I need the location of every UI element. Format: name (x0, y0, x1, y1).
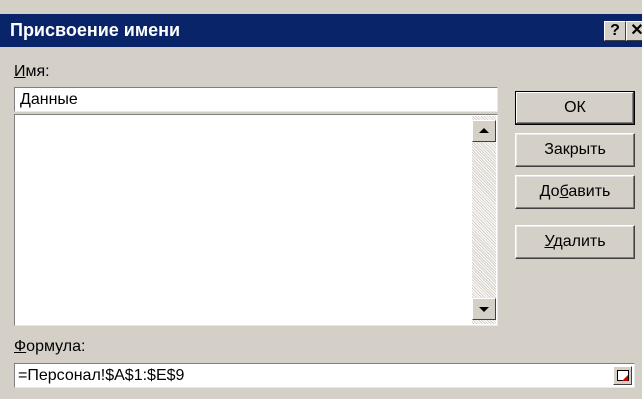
name-label-access-key: И (14, 63, 26, 80)
close-button-label: Закрыть (544, 141, 606, 158)
formula-label: Формула: (14, 338, 85, 356)
add-label-start: До (539, 183, 560, 200)
dialog-title: Присвоение имени (10, 20, 181, 40)
scroll-down-button[interactable] (472, 298, 496, 320)
name-input-value: Данные (20, 91, 78, 108)
range-select-arrow-icon (622, 375, 628, 381)
add-label-end: авить (568, 183, 611, 200)
formula-label-text: ормула: (26, 338, 86, 355)
delete-label-end: далить (553, 233, 606, 250)
formula-label-access-key: Ф (14, 338, 27, 355)
list-scrollbar[interactable] (472, 116, 496, 324)
help-button[interactable]: ? (604, 21, 626, 41)
close-window-button[interactable]: ✕ (626, 21, 642, 41)
scroll-up-button[interactable] (472, 120, 496, 142)
formula-input[interactable]: =Персонал!$A$1:$E$9 (14, 363, 635, 388)
ok-button-label: ОК (564, 99, 586, 116)
range-select-button[interactable] (613, 366, 632, 385)
add-button[interactable]: Добавить (515, 175, 635, 209)
arrow-down-icon (479, 307, 489, 312)
ok-button[interactable]: ОК (515, 91, 635, 125)
delete-button[interactable]: Удалить (515, 225, 635, 259)
name-label-text: мя: (25, 63, 50, 80)
title-bar[interactable]: Присвоение имени ? ✕ (0, 14, 642, 47)
close-icon: ✕ (630, 22, 642, 39)
name-label: Имя: (14, 63, 50, 81)
name-define-dialog: Присвоение имени ? ✕ Имя: Данные ОК Закр… (0, 0, 642, 399)
arrow-up-icon (479, 128, 489, 133)
help-icon: ? (610, 22, 620, 39)
formula-input-value: =Персонал!$A$1:$E$9 (18, 367, 185, 384)
names-list[interactable] (14, 114, 498, 326)
name-input[interactable]: Данные (14, 87, 498, 112)
close-button[interactable]: Закрыть (515, 133, 635, 167)
